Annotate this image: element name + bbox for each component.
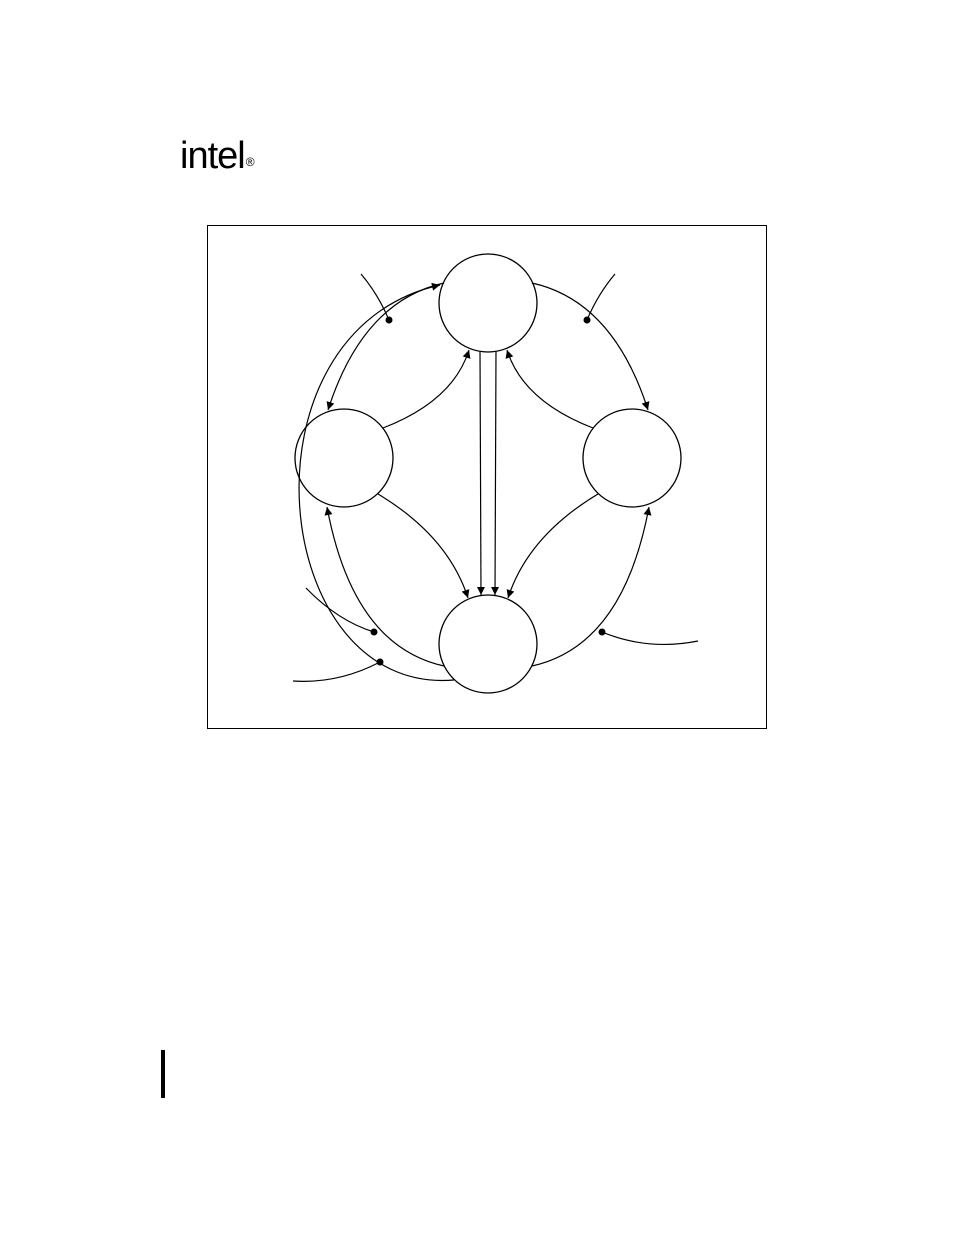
edge-top-to-right [532,283,648,410]
edge-right-to-bottom [508,494,598,598]
edge-top-to-left [328,283,444,410]
change-bar [161,1050,165,1098]
state-top [439,254,537,352]
state-diagram-frame [207,225,767,729]
registered-mark: ® [246,155,254,169]
entry-tail [602,632,698,644]
edge-right-to-top [507,350,593,428]
state-diagram [208,226,766,728]
edge-bottom-to-top-outer-left [299,285,454,681]
state-right [583,409,681,507]
edge-left-to-top [383,350,469,428]
logo-text: intel [180,135,245,177]
intel-logo: intel® [180,135,253,178]
state-bottom [439,595,537,693]
edge-top-to-bottom-2 [495,351,496,595]
entry-tail [293,662,380,681]
page: intel® [0,0,954,1235]
edge-left-to-bottom [378,494,468,598]
state-left [295,409,393,507]
edge-top-to-bottom [480,351,481,595]
